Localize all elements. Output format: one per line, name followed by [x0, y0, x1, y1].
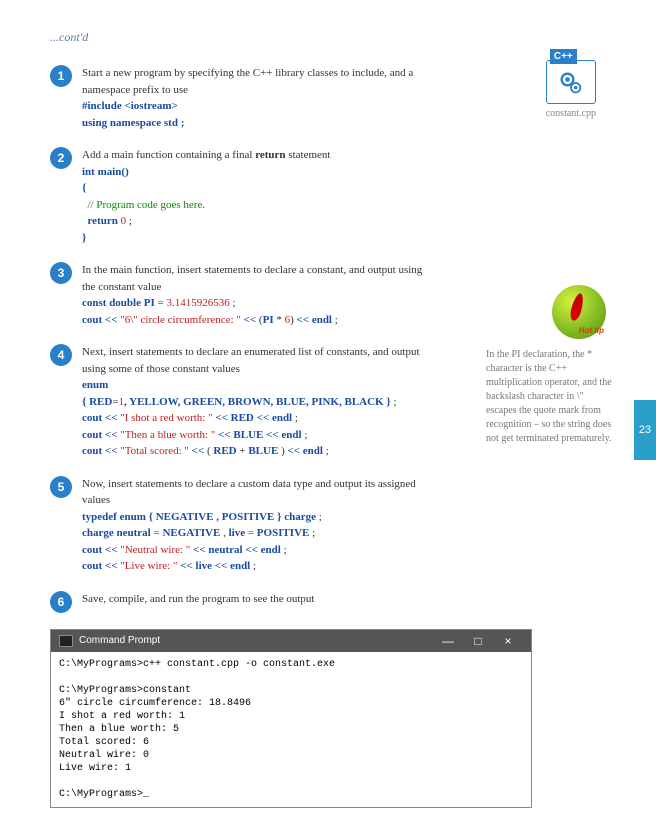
close-button[interactable]: × — [493, 634, 523, 648]
step-text: Save, compile, and run the program to se… — [82, 591, 314, 613]
cmd-output: C:\MyPrograms>c++ constant.cpp -o consta… — [51, 652, 531, 807]
step-code: typedef enum { NEGATIVE , POSITIVE } cha… — [82, 509, 430, 575]
step-code: #include <iostream>using namespace std ; — [82, 98, 430, 131]
step-number: 2 — [50, 147, 72, 169]
step-1: 1 Start a new program by specifying the C… — [50, 65, 430, 131]
step-3: 3 In the main function, insert statements… — [50, 262, 430, 328]
hot-tip-badge: Hot tip — [552, 285, 606, 339]
file-icon-block: C++ constant.cpp — [546, 60, 596, 119]
file-lang-tab: C++ — [550, 49, 577, 64]
gear-icon — [557, 69, 585, 97]
step-text: Start a new program by specifying the C+… — [82, 65, 430, 131]
command-prompt-window: Command Prompt — □ × C:\MyPrograms>c++ c… — [50, 629, 532, 808]
step-number: 6 — [50, 591, 72, 613]
contd-header: ...cont'd — [50, 30, 616, 45]
step-code: enum{ RED=1, YELLOW, GREEN, BROWN, BLUE,… — [82, 377, 430, 460]
step-text: Add a main function containing a final r… — [82, 147, 330, 246]
step-text: Next, insert statements to declare an en… — [82, 344, 430, 460]
step-number: 1 — [50, 65, 72, 87]
step-code: int main(){ // Program code goes here. r… — [82, 164, 330, 247]
page-number-tab: 23 — [634, 400, 656, 460]
cmd-icon — [59, 635, 73, 647]
step-code: const double PI = 3.1415926536 ;cout << … — [82, 295, 430, 328]
cmd-title: Command Prompt — [79, 635, 433, 646]
tip-label: Hot tip — [579, 326, 604, 335]
step-6: 6 Save, compile, and run the program to s… — [50, 591, 430, 613]
minimize-button[interactable]: — — [433, 634, 463, 648]
step-5: 5 Now, insert statements to declare a cus… — [50, 476, 430, 575]
step-number: 3 — [50, 262, 72, 284]
step-text: Now, insert statements to declare a cust… — [82, 476, 430, 575]
step-2: 2 Add a main function containing a final … — [50, 147, 430, 246]
file-name: constant.cpp — [546, 108, 596, 119]
step-4: 4 Next, insert statements to declare an e… — [50, 344, 430, 460]
chili-icon — [569, 292, 586, 322]
step-number: 4 — [50, 344, 72, 366]
step-text: In the main function, insert statements … — [82, 262, 430, 328]
tip-text: In the PI declaration, the * character i… — [486, 348, 616, 446]
step-number: 5 — [50, 476, 72, 498]
maximize-button[interactable]: □ — [463, 634, 493, 648]
